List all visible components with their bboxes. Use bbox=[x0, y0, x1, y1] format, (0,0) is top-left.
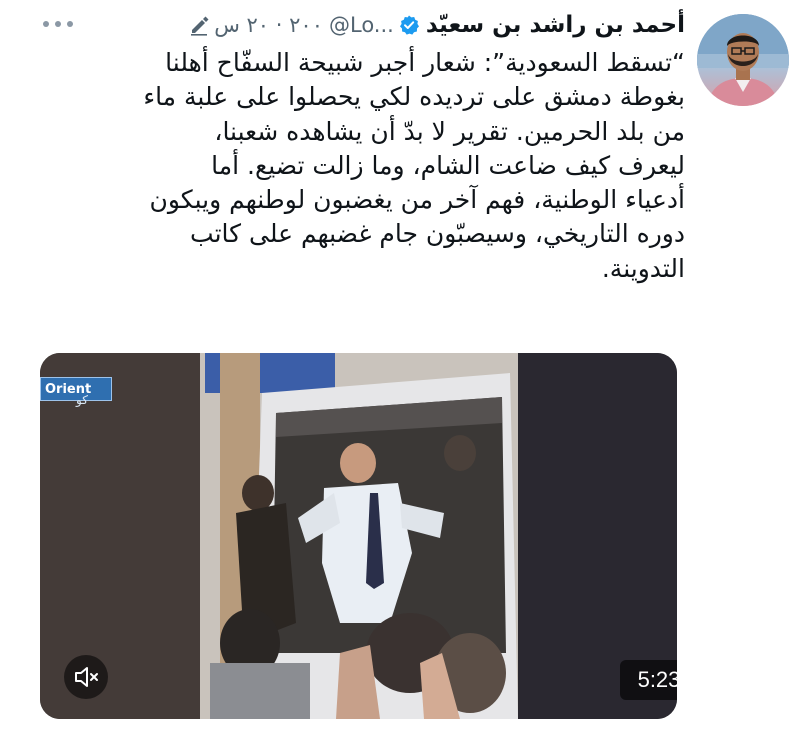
tweet-text-line: التدوينة. bbox=[601, 253, 685, 283]
more-options-icon[interactable] bbox=[40, 14, 76, 34]
verified-badge-icon bbox=[398, 14, 420, 36]
video-duration-badge: 5:23 bbox=[620, 660, 677, 700]
tweet-header: أحمد بن راشد بن سعيّد @Lo... ٢٠٠ · ٢٠ س bbox=[40, 8, 685, 42]
tweet-card[interactable]: أحمد بن راشد بن سعيّد @Lo... ٢٠٠ · ٢٠ س bbox=[0, 0, 811, 730]
tweet-timestamp[interactable]: ٢٠٠ · ٢٠ س bbox=[214, 13, 323, 37]
author-avatar[interactable] bbox=[697, 14, 789, 106]
mute-toggle-button[interactable] bbox=[64, 655, 108, 699]
tweet-text-line: “تسقط السعودية”: شعار أجبر شبيحة السفّاح… bbox=[165, 48, 685, 77]
edit-pencil-icon[interactable] bbox=[188, 14, 210, 36]
tweet-text: “تسقط السعودية”: شعار أجبر شبيحة السفّاح… bbox=[40, 46, 685, 286]
video-player[interactable]: Orient كو 5:23 bbox=[40, 353, 677, 719]
tweet-text-line: دوره التاريخي، وسيصبّون جام غضبهم على كا… bbox=[190, 219, 685, 249]
video-frame-image bbox=[40, 353, 677, 719]
timestamp-age: ٢٠ س bbox=[214, 13, 270, 37]
author-handle[interactable]: @Lo... bbox=[329, 13, 394, 37]
muted-speaker-icon bbox=[75, 667, 98, 687]
timestamp-prefix: ٢٠٠ bbox=[289, 13, 323, 37]
tweet-text-line: ليعرف كيف ضاعت الشام، وما زالت تضيع. أما bbox=[211, 150, 685, 180]
tweet-text-line: بغوطة دمشق على ترديده لكي يحصلوا على علب… bbox=[143, 82, 685, 112]
timestamp-separator: · bbox=[269, 13, 283, 37]
avatar-photo-icon bbox=[697, 14, 789, 106]
tweet-text-line: من بلد الحرمين. تقرير لا بدّ أن يشاهده ش… bbox=[214, 116, 685, 146]
channel-logo-subtext: كو bbox=[76, 393, 88, 407]
tweet-text-line: أدعياء الوطنية، فهم آخر من يغضبون لوطنهم… bbox=[149, 185, 685, 215]
author-display-name[interactable]: أحمد بن راشد بن سعيّد bbox=[426, 12, 685, 38]
